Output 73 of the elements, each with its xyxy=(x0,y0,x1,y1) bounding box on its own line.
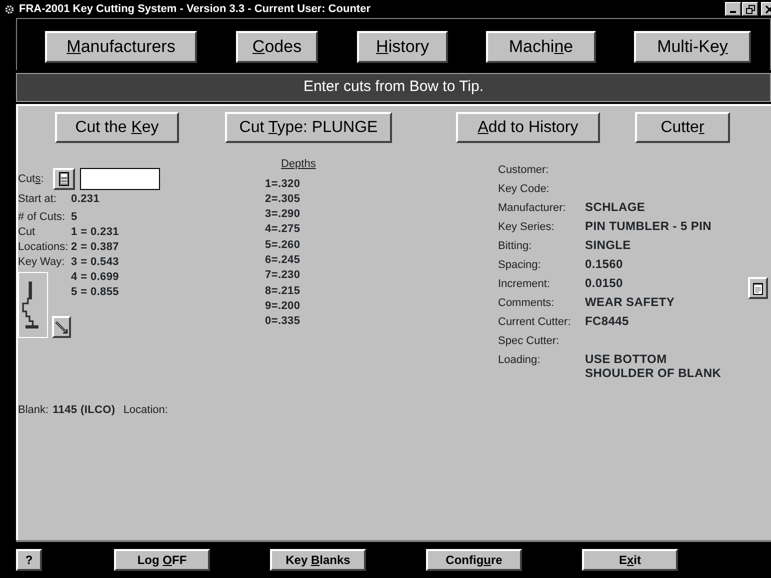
location-label: Location: xyxy=(123,403,168,418)
action-button[interactable]: Add to History xyxy=(456,112,600,143)
restore-icon xyxy=(746,4,754,14)
field-label: Comments: xyxy=(498,296,556,311)
depth-value: 1=.320 xyxy=(265,176,302,192)
depth-value: 6=.245 xyxy=(265,252,302,268)
nav-button[interactable]: Manufacturers xyxy=(45,30,197,62)
nav-button[interactable]: History xyxy=(357,30,448,62)
start-at-label: Start at: xyxy=(18,192,58,208)
field-label: Key Code: xyxy=(498,182,550,197)
notepad-icon xyxy=(753,282,763,294)
calculator-icon xyxy=(58,172,69,186)
depth-value: 8=.215 xyxy=(265,284,302,299)
footer-button[interactable]: Log OFF xyxy=(114,549,210,571)
depth-value: 0=.335 xyxy=(265,314,302,330)
footer-button[interactable]: Exit xyxy=(582,549,678,571)
notepad-button[interactable] xyxy=(748,277,768,299)
cut-location-value: 5 = 0.855 xyxy=(71,285,120,300)
field-value: WEAR SAFETY xyxy=(585,295,676,309)
nav-button[interactable]: Machine xyxy=(486,30,596,62)
field-label: Current Cutter: xyxy=(498,315,572,330)
cut-location-value: 2 = 0.387 xyxy=(71,240,120,256)
field-label: Cut xyxy=(18,225,36,240)
footer-button[interactable]: Configure xyxy=(426,549,522,571)
depth-value: 3=.290 xyxy=(265,207,302,222)
field-value: PIN TUMBLER - 5 PIN xyxy=(585,219,712,233)
help-button[interactable]: ? xyxy=(16,549,42,571)
action-button[interactable]: Cut the Key xyxy=(55,112,179,143)
nav-button[interactable]: Codes xyxy=(236,30,318,62)
window-title: FRA-2001 Key Cutting System - Version 3.3 - Current User: Counter xyxy=(19,2,370,17)
action-button[interactable]: Cutter xyxy=(635,112,730,143)
action-button[interactable]: Cut Type: PLUNGE xyxy=(225,112,392,143)
field-label: Spec Cutter: xyxy=(498,334,560,349)
minimize-button[interactable] xyxy=(725,2,741,16)
gear-icon xyxy=(4,4,15,14)
restore-button[interactable] xyxy=(742,2,758,16)
field-value: FC8445 xyxy=(585,314,630,328)
field-label: Customer: xyxy=(498,163,550,178)
field-value: SCHLAGE xyxy=(585,200,646,214)
field-label: Loading: xyxy=(498,353,542,368)
cut-location-value: 3 = 0.543 xyxy=(71,255,120,270)
cut-location-value: 1 = 0.231 xyxy=(71,225,120,240)
start-at-value: 0.231 xyxy=(71,192,101,208)
footer-button[interactable]: Key Blanks xyxy=(270,549,366,571)
depth-value: 5=.260 xyxy=(265,238,302,253)
depths-heading: Depths xyxy=(281,157,316,172)
nav-button[interactable]: Multi-Key xyxy=(634,30,751,62)
cuts-label: Cuts: xyxy=(18,172,44,187)
field-value: SINGLE xyxy=(585,238,632,252)
close-icon xyxy=(764,4,771,14)
blank-value: 1145 (ILCO) xyxy=(52,403,116,418)
blank-label: Blank: xyxy=(18,403,49,418)
depth-value: 2=.305 xyxy=(265,192,302,207)
cut-count-label: # of Cuts: xyxy=(18,210,66,226)
calculator-button[interactable] xyxy=(52,168,75,190)
cuts-input[interactable] xyxy=(80,168,160,190)
field-value: 0.1560 xyxy=(585,257,624,271)
depth-value: 4=.275 xyxy=(265,222,302,238)
field-label: Manufacturer: xyxy=(498,201,567,216)
field-label: Locations: xyxy=(18,240,70,256)
pencil-button[interactable] xyxy=(52,316,71,338)
depth-value: 9=.200 xyxy=(265,298,302,314)
field-label: Key Series: xyxy=(498,220,556,235)
field-label: Spacing: xyxy=(498,258,542,273)
field-label: Increment: xyxy=(498,277,551,292)
field-label: Bitting: xyxy=(498,239,533,254)
field-value: 0.0150 xyxy=(585,276,624,290)
field-value: USE BOTTOM SHOULDER OF BLANK xyxy=(585,352,722,380)
cut-count-value: 5 xyxy=(71,210,78,226)
field-label: Key Way: xyxy=(18,255,66,270)
instruction-banner: Enter cuts from Bow to Tip. xyxy=(16,73,771,102)
depth-value: 7=.230 xyxy=(265,268,302,284)
cut-location-value: 4 = 0.699 xyxy=(71,270,120,286)
